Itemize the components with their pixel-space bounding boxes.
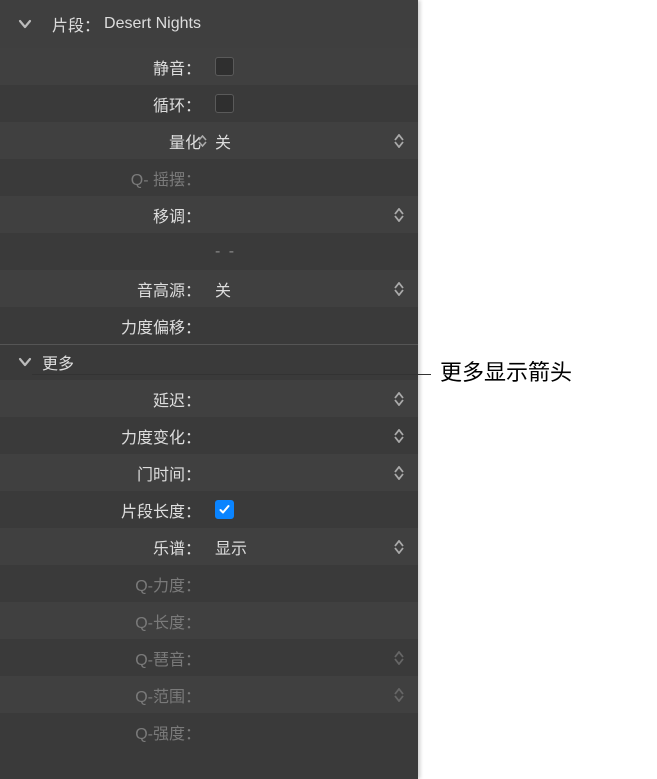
score-value[interactable]: 显示: [205, 535, 418, 559]
pitchsource-value[interactable]: 关: [205, 277, 418, 301]
divider: [0, 344, 418, 345]
param-label: Q-琶音：: [0, 646, 205, 670]
param-label: Q-强度：: [0, 720, 205, 744]
transpose-stepper-icon[interactable]: [394, 208, 404, 222]
param-label: 音高源：: [0, 277, 205, 301]
param-row-qswing: Q- 摇摆：: [0, 159, 418, 196]
section-label: 片段：: [52, 12, 100, 36]
delay-stepper-icon[interactable]: [394, 392, 404, 406]
disclosure-section-icon[interactable]: [16, 15, 34, 33]
param-row-velocityoffset: 力度偏移：: [0, 307, 418, 344]
param-row-cliplength: 片段长度：: [0, 491, 418, 528]
param-row-delay: 延迟：: [0, 380, 418, 417]
param-row-velocitychange: 力度变化：: [0, 417, 418, 454]
param-row-finetune: - -: [0, 233, 418, 270]
param-label: 门时间：: [0, 461, 205, 485]
score-stepper-icon[interactable]: [394, 540, 404, 554]
param-label: 静音：: [0, 55, 205, 79]
param-label: 片段长度：: [0, 498, 205, 522]
param-row-gatetime: 门时间：: [0, 454, 418, 491]
more-label: 更多: [42, 350, 74, 374]
pitchsource-stepper-icon[interactable]: [394, 282, 404, 296]
cliplength-checkbox[interactable]: [215, 500, 234, 519]
section-header: 片段： Desert Nights: [0, 0, 418, 48]
loop-checkbox[interactable]: [215, 94, 234, 113]
param-row-score: 乐谱： 显示: [0, 528, 418, 565]
param-label: 量化: [0, 129, 205, 153]
disclosure-more-icon[interactable]: [16, 353, 34, 371]
param-label: 移调：: [0, 203, 205, 227]
param-row-transpose: 移调：: [0, 196, 418, 233]
param-row-qvelocity: Q-力度：: [0, 565, 418, 602]
param-row-qarp: Q-琶音：: [0, 639, 418, 676]
param-row-pitchsource: 音高源： 关: [0, 270, 418, 307]
velocitychange-stepper-icon[interactable]: [394, 429, 404, 443]
quantize-stepper-icon[interactable]: [394, 134, 404, 148]
param-row-loop: 循环：: [0, 85, 418, 122]
qrange-stepper-icon: [394, 688, 404, 702]
param-label: 循环：: [0, 92, 205, 116]
param-label: Q-范围：: [0, 683, 205, 707]
param-row-qlength: Q-长度：: [0, 602, 418, 639]
quantize-mini-stepper-icon[interactable]: [198, 135, 207, 147]
param-label: 力度变化：: [0, 424, 205, 448]
param-label: 延迟：: [0, 387, 205, 411]
param-row-qstrength: Q-强度：: [0, 713, 418, 750]
finetune-value[interactable]: - -: [215, 243, 236, 261]
param-label: Q- 摇摆：: [0, 166, 205, 190]
param-row-qrange: Q-范围：: [0, 676, 418, 713]
callout-line: [32, 374, 431, 375]
param-label: 乐谱：: [0, 535, 205, 559]
callout-text: 更多显示箭头: [440, 355, 572, 387]
param-label: 力度偏移：: [0, 314, 205, 338]
section-value[interactable]: Desert Nights: [104, 15, 201, 33]
qarp-stepper-icon: [394, 651, 404, 665]
gatetime-stepper-icon[interactable]: [394, 466, 404, 480]
param-row-mute: 静音：: [0, 48, 418, 85]
param-label: Q-力度：: [0, 572, 205, 596]
quantize-value[interactable]: 关: [205, 129, 418, 153]
param-row-quantize: 量化 关: [0, 122, 418, 159]
param-label: Q-长度：: [0, 609, 205, 633]
mute-checkbox[interactable]: [215, 57, 234, 76]
